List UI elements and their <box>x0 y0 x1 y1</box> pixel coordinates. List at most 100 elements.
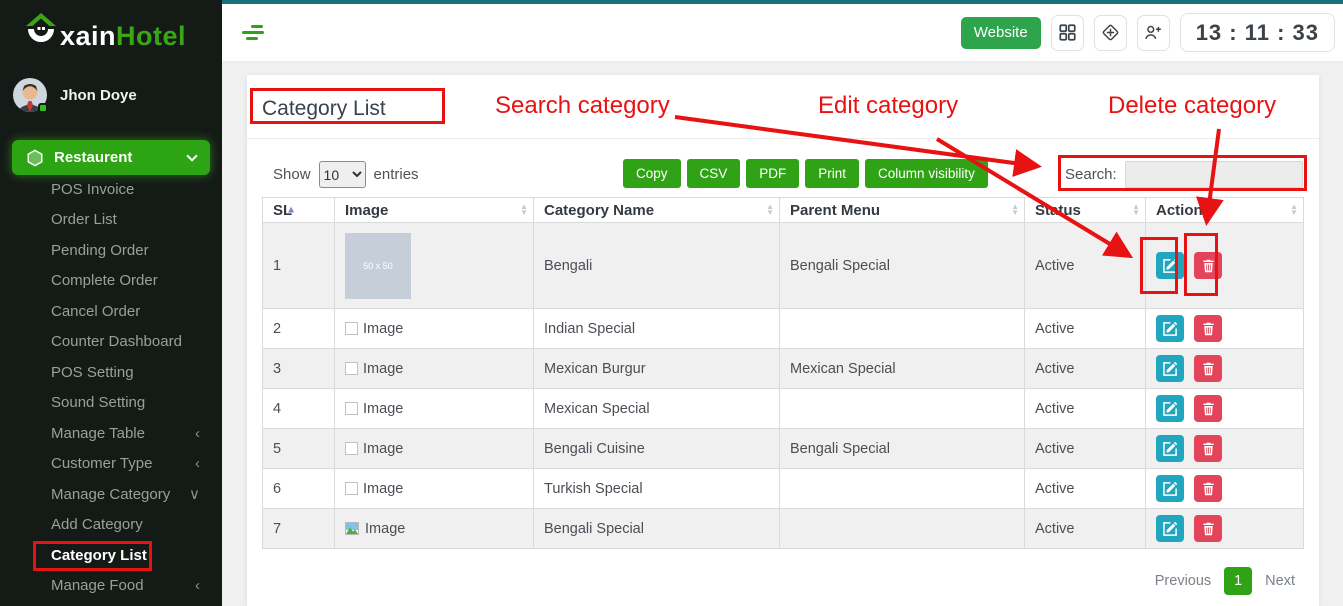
cell-sl: 2 <box>263 309 335 349</box>
edit-button[interactable] <box>1156 395 1184 422</box>
cell-image: Image <box>335 389 534 429</box>
edit-button[interactable] <box>1156 315 1184 342</box>
cell-image: Image <box>335 349 534 389</box>
column-header[interactable]: Action ▲▼ <box>1146 198 1304 223</box>
cell-category-name: Mexican Burgur <box>534 349 780 389</box>
column-header[interactable]: SL ▲ <box>263 198 335 223</box>
broken-image-icon <box>345 482 358 495</box>
edit-button[interactable] <box>1156 435 1184 462</box>
sidebar-menu-item[interactable]: Sound Setting <box>0 388 222 419</box>
search-input[interactable] <box>1125 161 1303 188</box>
export-button-copy[interactable]: Copy <box>623 159 681 188</box>
cell-action <box>1146 223 1304 309</box>
apps-grid-button[interactable] <box>1051 15 1084 51</box>
add-user-button[interactable] <box>1137 15 1170 51</box>
sidebar-menu-item[interactable]: Add Category <box>0 510 222 541</box>
cell-category-name: Indian Special <box>534 309 780 349</box>
submenu-chevron-icon: ‹ <box>195 455 200 472</box>
sidebar-menu-item[interactable]: Manage Food ‹ <box>0 571 222 602</box>
sidebar-menu-item[interactable]: POS Invoice <box>0 174 222 205</box>
cell-sl: 5 <box>263 429 335 469</box>
cell-action <box>1146 469 1304 509</box>
sidebar-item-label: Cancel Order <box>51 303 140 320</box>
edit-button[interactable] <box>1156 252 1184 279</box>
export-button-csv[interactable]: CSV <box>687 159 741 188</box>
export-button-pdf[interactable]: PDF <box>746 159 799 188</box>
cell-parent-menu <box>780 309 1025 349</box>
broken-image-icon <box>345 402 358 415</box>
export-button-print[interactable]: Print <box>805 159 859 188</box>
delete-button[interactable] <box>1194 475 1222 502</box>
trash-icon <box>1202 259 1215 273</box>
edit-button[interactable] <box>1156 475 1184 502</box>
sidebar-item-restaurent[interactable]: Restaurent <box>12 140 210 175</box>
cell-status: Active <box>1025 389 1146 429</box>
page-number-button[interactable]: 1 <box>1224 567 1252 595</box>
chevron-down-icon <box>186 150 197 161</box>
delete-button[interactable] <box>1194 515 1222 542</box>
column-header[interactable]: Image ▲▼ <box>335 198 534 223</box>
pos-launcher-button[interactable] <box>1094 15 1127 51</box>
sidebar-menu-item[interactable]: Complete Order <box>0 266 222 297</box>
sort-icons: ▲▼ <box>1290 204 1298 216</box>
trash-icon <box>1202 442 1215 456</box>
column-header[interactable]: Category Name ▲▼ <box>534 198 780 223</box>
cell-sl: 3 <box>263 349 335 389</box>
delete-button[interactable] <box>1194 355 1222 382</box>
next-page-button[interactable]: Next <box>1265 573 1295 589</box>
cell-image: Image <box>335 469 534 509</box>
user-profile[interactable]: Jhon Doye <box>13 78 137 112</box>
edit-button[interactable] <box>1156 515 1184 542</box>
sidebar-menu-item[interactable]: Pending Order <box>0 235 222 266</box>
sidebar-menu-item[interactable]: Category List <box>0 540 222 571</box>
grid-icon <box>1059 24 1076 41</box>
cell-status: Active <box>1025 429 1146 469</box>
brand-logo[interactable]: xainHotel <box>24 12 186 50</box>
sidebar-menu-item[interactable]: Cancel Order <box>0 296 222 327</box>
cell-parent-menu: Mexican Special <box>780 349 1025 389</box>
sidebar-item-label: Complete Order <box>51 272 158 289</box>
previous-page-button[interactable]: Previous <box>1155 573 1211 589</box>
sidebar-toggle-icon[interactable] <box>242 22 266 43</box>
delete-button[interactable] <box>1194 315 1222 342</box>
edit-pencil-icon <box>1163 521 1178 536</box>
cell-image: Image <box>335 309 534 349</box>
cell-status: Active <box>1025 349 1146 389</box>
export-button-column-visibility[interactable]: Column visibility <box>865 159 988 188</box>
sidebar-menu-item[interactable]: Customer Type ‹ <box>0 449 222 480</box>
sidebar-menu-item[interactable]: POS Setting <box>0 357 222 388</box>
sidebar-menu-item[interactable]: Manage Table ‹ <box>0 418 222 449</box>
sidebar-item-label: Customer Type <box>51 455 152 472</box>
edit-button[interactable] <box>1156 355 1184 382</box>
edit-pencil-icon <box>1163 401 1178 416</box>
trash-icon <box>1202 402 1215 416</box>
sidebar-menu-item[interactable]: Counter Dashboard <box>0 327 222 358</box>
sidebar-item-label: Manage Category <box>51 486 170 503</box>
entries-select[interactable]: 10 <box>319 161 366 188</box>
sidebar-item-label: POS Setting <box>51 364 134 381</box>
cell-parent-menu <box>780 469 1025 509</box>
sidebar-menu-item[interactable]: Order List <box>0 205 222 236</box>
search-label: Search: <box>1065 166 1117 183</box>
online-status-dot <box>38 103 48 113</box>
delete-button[interactable] <box>1194 252 1222 279</box>
cell-status: Active <box>1025 309 1146 349</box>
sidebar-item-label: Counter Dashboard <box>51 333 182 350</box>
card-header <box>247 75 1319 139</box>
cell-parent-menu: Bengali Special <box>780 429 1025 469</box>
image-alt-text: Image <box>363 401 403 417</box>
cell-parent-menu <box>780 509 1025 549</box>
sidebar-menu-item[interactable]: Manage Category ∨ <box>0 479 222 510</box>
digital-clock: 13 : 11 : 33 <box>1180 13 1335 52</box>
delete-button[interactable] <box>1194 395 1222 422</box>
image-placeholder: 50 x 50 <box>345 233 411 299</box>
column-header[interactable]: Status ▲▼ <box>1025 198 1146 223</box>
website-button[interactable]: Website <box>961 17 1041 49</box>
export-buttons: CopyCSVPDFPrintColumn visibility <box>623 159 988 188</box>
trash-icon <box>1202 482 1215 496</box>
sidebar-item-label: Sound Setting <box>51 394 145 411</box>
table-row: 2 Image Indian Special Active <box>263 309 1304 349</box>
cell-action <box>1146 389 1304 429</box>
column-header[interactable]: Parent Menu ▲▼ <box>780 198 1025 223</box>
delete-button[interactable] <box>1194 435 1222 462</box>
